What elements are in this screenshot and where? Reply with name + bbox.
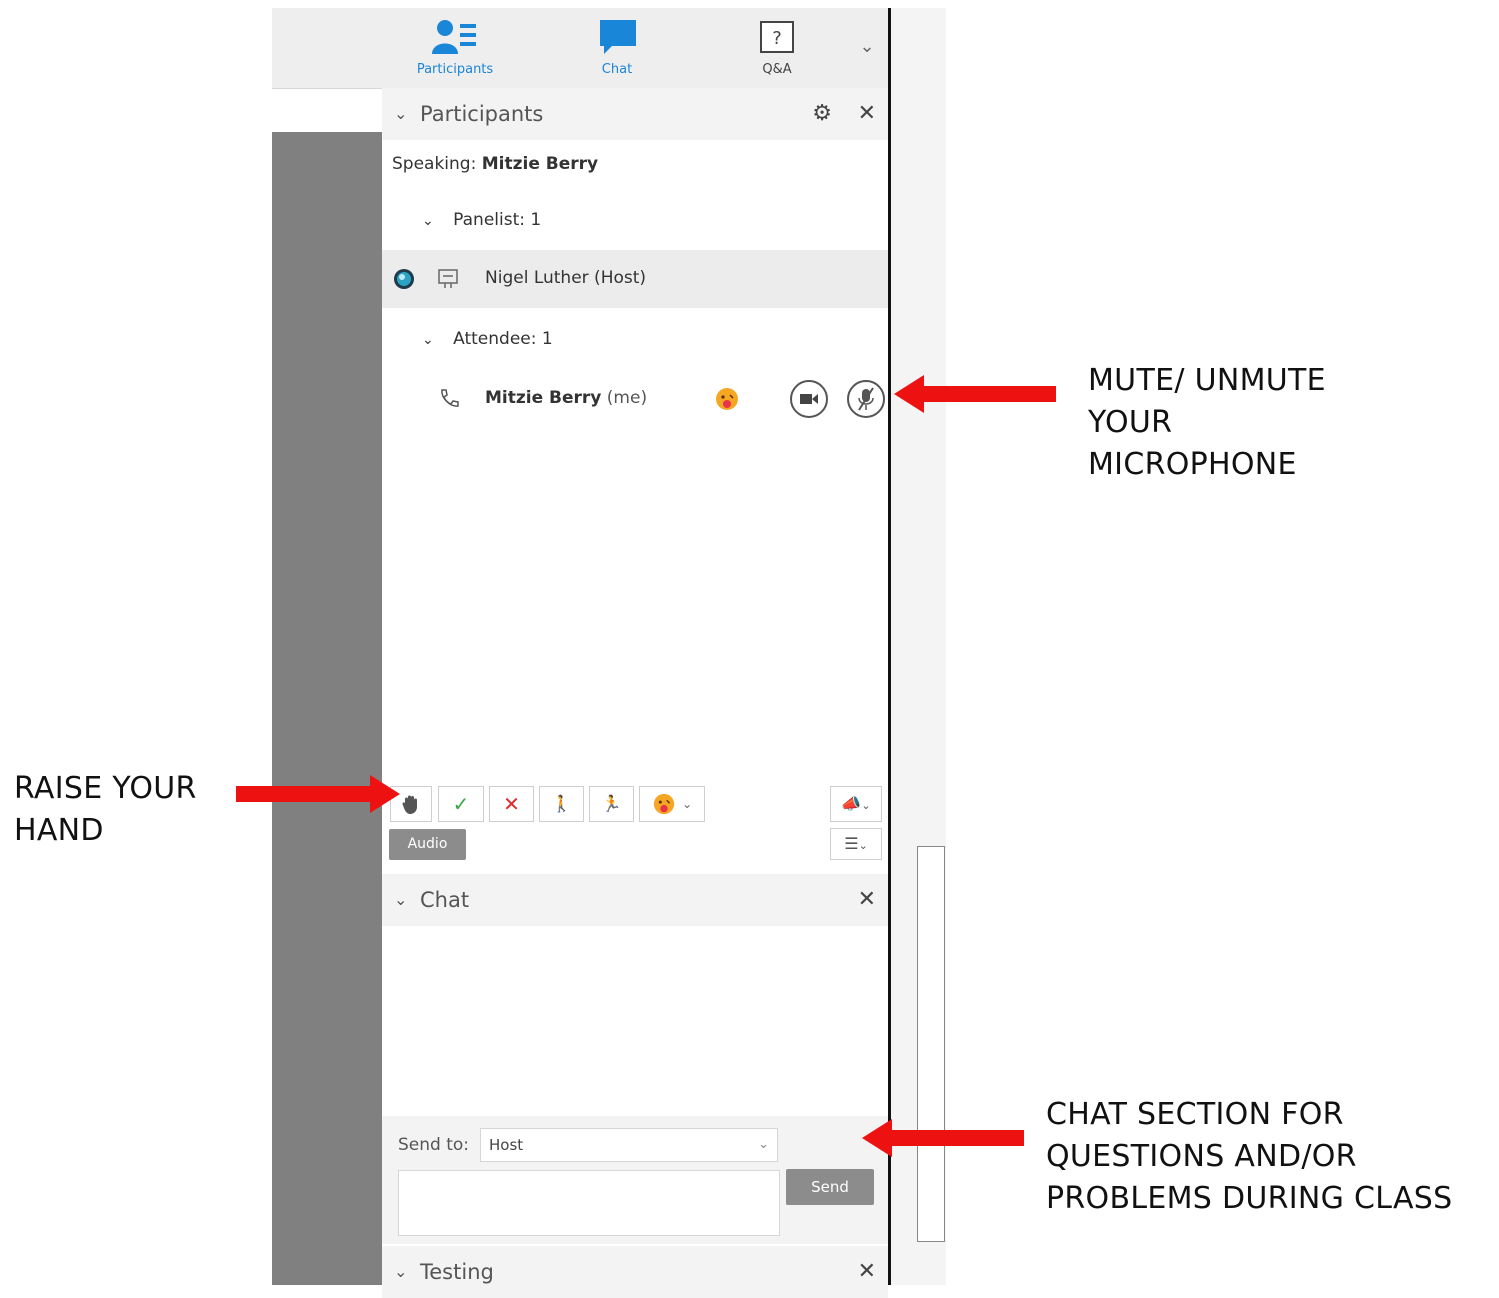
megaphone-icon: 📣 <box>841 794 862 813</box>
svg-text:?: ? <box>772 28 782 49</box>
participants-section-header[interactable]: ⌄ Participants ⚙ ✕ <box>382 88 888 140</box>
participant-row-host[interactable]: Nigel Luther (Host) <box>382 250 888 308</box>
status-orb-icon <box>394 269 414 289</box>
chevron-down-icon: ⌄ <box>758 1137 769 1152</box>
chat-annotation-line: PROBLEMS DURING CLASS <box>1046 1181 1453 1216</box>
mute-annotation-line: MICROPHONE <box>1088 447 1297 482</box>
list-menu-button[interactable]: ☰⌄ <box>830 828 882 860</box>
toolbar-chat-button[interactable]: Chat <box>562 8 672 88</box>
chat-section-header[interactable]: ⌄ Chat ✕ <box>382 874 888 926</box>
scrollbar-thumb[interactable] <box>917 846 945 1242</box>
mute-annotation-line: MUTE/ UNMUTE <box>1088 363 1326 398</box>
raise-hand-annotation-arrow <box>236 786 372 802</box>
mute-annotation-arrowhead <box>894 375 924 413</box>
video-toggle-button[interactable] <box>790 380 828 418</box>
video-camera-icon <box>800 394 818 404</box>
close-icon[interactable]: ✕ <box>858 88 876 140</box>
presenter-icon <box>438 269 458 288</box>
panel-divider <box>888 8 891 1285</box>
chevron-down-icon: ⌄ <box>682 797 693 811</box>
send-to-value: Host <box>489 1136 524 1154</box>
chevron-down-icon[interactable]: ⌄ <box>394 1246 407 1298</box>
speaking-indicator: Speaking: Mitzie Berry <box>392 154 598 174</box>
participant-row-me[interactable]: Mitzie Berry (me) <box>382 368 888 428</box>
emoji-icon <box>653 793 674 815</box>
participants-header-title: Participants <box>420 102 544 126</box>
me-name: Mitzie Berry <box>485 388 602 408</box>
running-icon: 🏃 <box>601 794 622 813</box>
speaking-name: Mitzie Berry <box>481 154 599 174</box>
mute-annotation-line: YOUR <box>1088 405 1173 440</box>
audio-button[interactable]: Audio <box>389 829 466 860</box>
raise-hand-annotation-arrowhead <box>370 775 400 813</box>
raise-hand-annotation-line: RAISE YOUR <box>14 771 197 806</box>
go-slower-button[interactable]: 🚶 <box>539 786 584 822</box>
go-faster-button[interactable]: 🏃 <box>589 786 634 822</box>
phone-icon <box>441 389 459 407</box>
chat-annotation-arrowhead <box>862 1119 892 1157</box>
participants-icon <box>432 20 476 54</box>
hand-icon <box>402 795 417 814</box>
chat-message-input[interactable] <box>398 1170 780 1236</box>
send-to-select[interactable]: Host ⌄ <box>480 1128 778 1162</box>
emoji-menu-button[interactable]: ⌄ <box>639 786 705 822</box>
chevron-down-icon: ⌄ <box>858 839 868 852</box>
announce-menu-button[interactable]: 📣⌄ <box>830 786 882 822</box>
chevron-down-icon[interactable]: ⌄ <box>394 874 407 926</box>
mute-annotation-arrow <box>922 386 1056 402</box>
content-area <box>272 132 382 1285</box>
panelist-group-toggle[interactable]: ⌄ Panelist: 1 <box>422 210 541 230</box>
cross-icon: ✕ <box>503 792 520 816</box>
send-button[interactable]: Send <box>786 1169 874 1205</box>
testing-section-header[interactable]: ⌄ Testing ✕ <box>382 1246 888 1298</box>
attendee-group-label: Attendee: 1 <box>453 329 553 349</box>
gear-icon[interactable]: ⚙ <box>812 88 832 140</box>
mute-microphone-button[interactable] <box>847 380 885 418</box>
chevron-down-icon: ⌄ <box>422 332 434 348</box>
send-to-label: Send to: <box>398 1135 470 1155</box>
emoji-reaction-icon <box>716 388 738 410</box>
chevron-down-icon[interactable]: ⌄ <box>394 88 407 140</box>
me-name-text: Mitzie Berry (me) <box>485 388 647 408</box>
toolbar-qa-label: Q&A <box>762 62 792 77</box>
chat-annotation-text: CHAT SECTION FOR QUESTIONS AND/OR PROBLE… <box>1046 1094 1453 1220</box>
toolbar-participants-label: Participants <box>416 62 494 77</box>
host-name: Nigel Luther (Host) <box>485 268 647 288</box>
chat-annotation-line: QUESTIONS AND/OR <box>1046 1139 1357 1174</box>
toolbar-participants-button[interactable]: Participants <box>400 8 510 88</box>
chat-message-area <box>382 926 888 1116</box>
chat-annotation-arrow <box>890 1130 1024 1146</box>
check-icon: ✓ <box>452 792 470 816</box>
chevron-down-icon[interactable]: ⌄ <box>852 36 882 66</box>
testing-header-title: Testing <box>420 1260 494 1284</box>
qa-icon: ? <box>760 21 794 53</box>
list-icon: ☰ <box>844 834 859 853</box>
attendee-group-toggle[interactable]: ⌄ Attendee: 1 <box>422 329 553 349</box>
speaking-prefix: Speaking: <box>392 154 477 174</box>
chevron-down-icon: ⌄ <box>422 213 434 229</box>
me-suffix: (me) <box>606 388 648 408</box>
mute-annotation-text: MUTE/ UNMUTE YOUR MICROPHONE <box>1088 360 1326 486</box>
walking-icon: 🚶 <box>551 794 572 813</box>
agree-button[interactable]: ✓ <box>438 786 484 822</box>
raise-hand-annotation-line: HAND <box>14 813 104 848</box>
top-toolbar: Participants Chat ? Q&A ⌄ <box>272 8 889 89</box>
panelist-group-label: Panelist: 1 <box>453 210 542 230</box>
chat-icon <box>600 20 636 54</box>
microphone-muted-icon <box>858 387 874 411</box>
disagree-button[interactable]: ✕ <box>489 786 534 822</box>
close-icon[interactable]: ✕ <box>858 874 876 926</box>
side-panel: ⌄ Participants ⚙ ✕ Speaking: Mitzie Berr… <box>382 88 888 1298</box>
raise-hand-annotation-text: RAISE YOUR HAND <box>14 768 197 852</box>
close-icon[interactable]: ✕ <box>858 1246 876 1298</box>
toolbar-qa-button[interactable]: ? Q&A <box>722 8 832 88</box>
chat-header-title: Chat <box>420 888 470 912</box>
chat-annotation-line: CHAT SECTION FOR <box>1046 1097 1344 1132</box>
chevron-down-icon: ⌄ <box>861 799 871 812</box>
toolbar-chat-label: Chat <box>601 62 633 77</box>
